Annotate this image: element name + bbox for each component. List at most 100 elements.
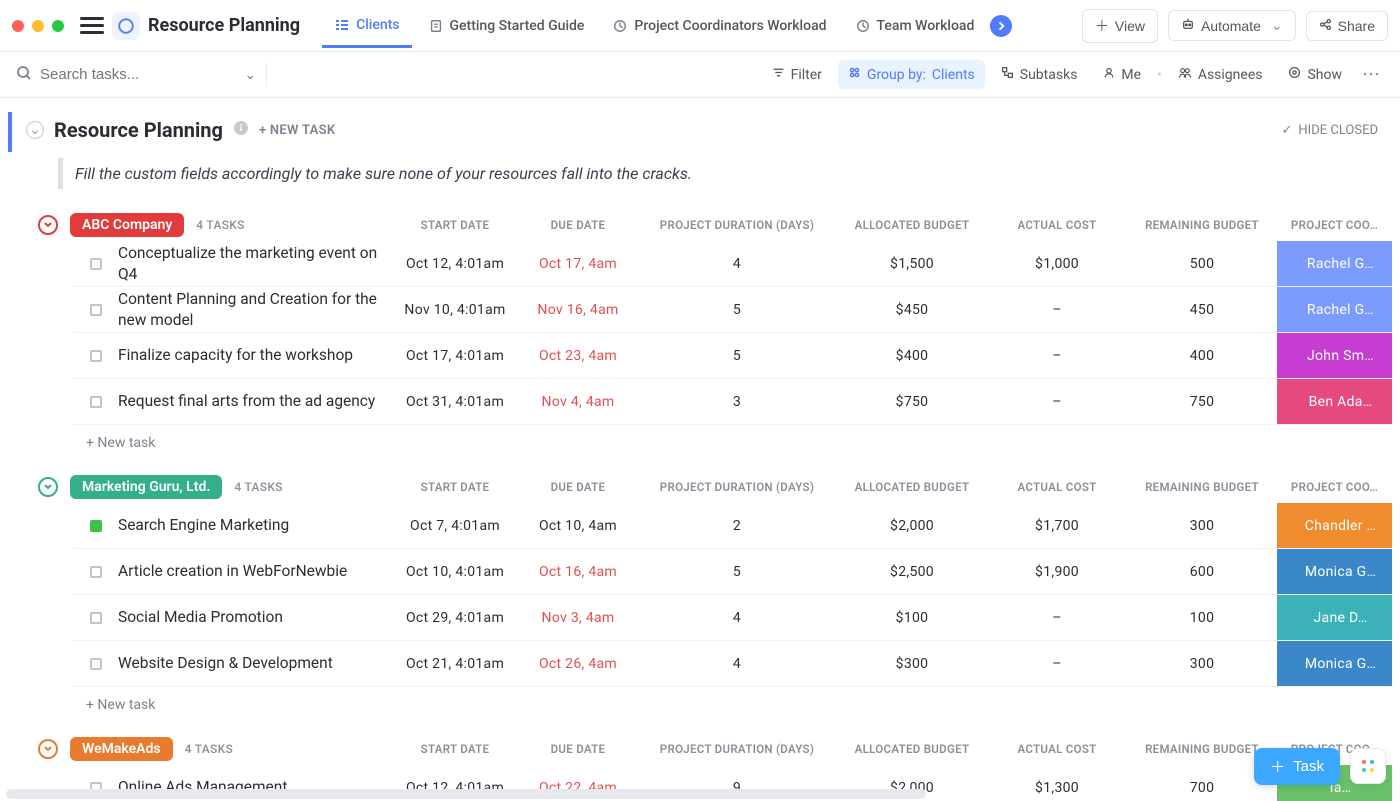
due-date-cell[interactable]: Nov 3, 4am [519, 610, 637, 626]
column-header[interactable]: PROJECT COO… [1277, 480, 1392, 494]
duration-cell[interactable]: 5 [637, 564, 837, 580]
subtasks-button[interactable]: Subtasks [991, 60, 1088, 89]
app-logo[interactable] [112, 12, 140, 40]
show-button[interactable]: Show [1278, 60, 1352, 89]
column-header[interactable]: REMAINING BUDGET [1127, 480, 1277, 494]
start-date-cell[interactable]: Oct 17, 4:01am [391, 348, 519, 364]
status-icon[interactable] [90, 658, 102, 670]
actual-cost-cell[interactable]: – [987, 394, 1127, 410]
column-header[interactable]: ALLOCATED BUDGET [837, 218, 987, 232]
start-date-cell[interactable]: Oct 7, 4:01am [391, 518, 519, 534]
duration-cell[interactable]: 5 [637, 348, 837, 364]
coordinator-cell[interactable]: Monica G… [1277, 549, 1392, 594]
create-task-fab[interactable]: ＋ Task [1254, 748, 1340, 785]
column-header[interactable]: DUE DATE [519, 480, 637, 494]
due-date-cell[interactable]: Oct 26, 4am [519, 656, 637, 672]
task-row[interactable]: Website Design & Development Oct 21, 4:0… [74, 641, 1392, 687]
actual-cost-cell[interactable]: – [987, 348, 1127, 364]
assignees-button[interactable]: Assignees [1168, 61, 1273, 89]
filter-button[interactable]: Filter [762, 60, 832, 89]
task-row[interactable]: Request final arts from the ad agency Oc… [74, 379, 1392, 425]
search-input[interactable] [40, 66, 220, 83]
allocated-budget-cell[interactable]: $100 [837, 610, 987, 626]
due-date-cell[interactable]: Oct 17, 4am [519, 256, 637, 272]
coordinator-cell[interactable]: Rachel G… [1277, 241, 1392, 286]
task-row[interactable]: Content Planning and Creation for the ne… [74, 287, 1392, 333]
actual-cost-cell[interactable]: $1,700 [987, 518, 1127, 534]
tab-getting-started[interactable]: Getting Started Guide [416, 12, 597, 40]
maximize-window-icon[interactable] [52, 20, 64, 32]
tab-clients[interactable]: Clients [322, 5, 411, 48]
automate-button[interactable]: Automate ⌄ [1168, 10, 1296, 41]
group-by-button[interactable]: Group by: Clients [838, 60, 985, 89]
status-icon[interactable] [90, 350, 102, 362]
coordinator-cell[interactable]: Jane D… [1277, 595, 1392, 640]
remaining-budget-cell[interactable]: 450 [1127, 302, 1277, 318]
start-date-cell[interactable]: Oct 12, 4:01am [391, 256, 519, 272]
collapse-list-icon[interactable]: ⌄ [26, 121, 44, 139]
column-header[interactable]: ACTUAL COST [987, 742, 1127, 756]
allocated-budget-cell[interactable]: $300 [837, 656, 987, 672]
remaining-budget-cell[interactable]: 300 [1127, 656, 1277, 672]
column-header[interactable]: ACTUAL COST [987, 218, 1127, 232]
column-header[interactable]: START DATE [391, 742, 519, 756]
allocated-budget-cell[interactable]: $400 [837, 348, 987, 364]
tab-coordinators-workload[interactable]: Project Coordinators Workload [600, 12, 838, 40]
task-row[interactable]: Search Engine Marketing Oct 7, 4:01am Oc… [74, 503, 1392, 549]
remaining-budget-cell[interactable]: 100 [1127, 610, 1277, 626]
share-button[interactable]: Share [1306, 11, 1388, 41]
actual-cost-cell[interactable]: $1,000 [987, 256, 1127, 272]
add-task-button[interactable]: + New task [74, 425, 1392, 461]
group-name-badge[interactable]: WeMakeAds [70, 737, 173, 761]
start-date-cell[interactable]: Oct 29, 4:01am [391, 610, 519, 626]
allocated-budget-cell[interactable]: $2,000 [837, 518, 987, 534]
coordinator-cell[interactable]: Chandler … [1277, 503, 1392, 548]
column-header[interactable]: PROJECT DURATION (DAYS) [637, 480, 837, 494]
remaining-budget-cell[interactable]: 300 [1127, 518, 1277, 534]
column-header[interactable]: ALLOCATED BUDGET [837, 742, 987, 756]
task-row[interactable]: Social Media Promotion Oct 29, 4:01am No… [74, 595, 1392, 641]
due-date-cell[interactable]: Nov 16, 4am [519, 302, 637, 318]
status-icon[interactable] [90, 612, 102, 624]
collapse-group-icon[interactable] [38, 477, 58, 497]
due-date-cell[interactable]: Oct 16, 4am [519, 564, 637, 580]
info-icon[interactable] [233, 120, 249, 140]
allocated-budget-cell[interactable]: $750 [837, 394, 987, 410]
start-date-cell[interactable]: Oct 21, 4:01am [391, 656, 519, 672]
due-date-cell[interactable]: Oct 23, 4am [519, 348, 637, 364]
task-row[interactable]: Finalize capacity for the workshop Oct 1… [74, 333, 1392, 379]
allocated-budget-cell[interactable]: $2,500 [837, 564, 987, 580]
duration-cell[interactable]: 4 [637, 610, 837, 626]
due-date-cell[interactable]: Oct 10, 4am [519, 518, 637, 534]
actual-cost-cell[interactable]: – [987, 302, 1127, 318]
column-header[interactable]: DUE DATE [519, 742, 637, 756]
column-header[interactable]: ACTUAL COST [987, 480, 1127, 494]
group-name-badge[interactable]: Marketing Guru, Ltd. [70, 475, 222, 499]
status-icon[interactable] [90, 258, 102, 270]
allocated-budget-cell[interactable]: $1,500 [837, 256, 987, 272]
start-date-cell[interactable]: Nov 10, 4:01am [391, 302, 519, 318]
column-header[interactable]: PROJECT DURATION (DAYS) [637, 218, 837, 232]
new-task-button[interactable]: + NEW TASK [259, 123, 335, 138]
actual-cost-cell[interactable]: – [987, 656, 1127, 672]
remaining-budget-cell[interactable]: 750 [1127, 394, 1277, 410]
menu-icon[interactable] [80, 13, 104, 38]
close-window-icon[interactable] [12, 20, 24, 32]
column-header[interactable]: START DATE [391, 480, 519, 494]
duration-cell[interactable]: 5 [637, 302, 837, 318]
coordinator-cell[interactable]: Rachel G… [1277, 287, 1392, 332]
actual-cost-cell[interactable]: – [987, 610, 1127, 626]
column-header[interactable]: START DATE [391, 218, 519, 232]
hide-closed-button[interactable]: ✓ HIDE CLOSED [1282, 123, 1379, 138]
me-button[interactable]: Me [1093, 61, 1151, 89]
minimize-window-icon[interactable] [32, 20, 44, 32]
duration-cell[interactable]: 4 [637, 656, 837, 672]
actual-cost-cell[interactable]: $1,300 [987, 780, 1127, 796]
column-header[interactable]: PROJECT COO… [1277, 218, 1392, 232]
apps-fab[interactable] [1350, 748, 1386, 784]
status-icon[interactable] [90, 396, 102, 408]
column-header[interactable]: REMAINING BUDGET [1127, 218, 1277, 232]
remaining-budget-cell[interactable]: 400 [1127, 348, 1277, 364]
add-view-button[interactable]: ＋ View [1082, 9, 1158, 43]
start-date-cell[interactable]: Oct 31, 4:01am [391, 394, 519, 410]
